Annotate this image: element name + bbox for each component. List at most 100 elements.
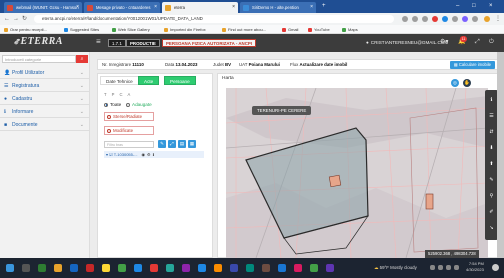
browser-tab[interactable]: SiriDemo H - alte.pention × [240, 2, 316, 13]
filter-deleted[interactable]: Sterse/Radiate [104, 112, 154, 121]
bookmark-star-icon[interactable] [422, 16, 428, 22]
calculate-properties-button[interactable]: ▦Calculare imobile [449, 61, 495, 69]
radio-adaugate[interactable]: Adaugate [126, 102, 152, 107]
url-input[interactable]: eterra.ancpi.ro/eterra/#/land/documentat… [34, 15, 394, 23]
bookmark-item[interactable]: Gmail [282, 25, 298, 34]
split-icon[interactable] [472, 16, 478, 22]
app-icon[interactable] [150, 264, 158, 272]
tab-acte[interactable]: Acte [138, 76, 160, 85]
tab-persoane[interactable]: Persoane [164, 76, 196, 85]
close-icon[interactable]: × [232, 2, 235, 13]
file-explorer-icon[interactable] [102, 264, 110, 272]
browser-tab[interactable]: Mesage privato - cntaarderes × [84, 2, 160, 13]
app-icon[interactable] [86, 264, 94, 272]
sidebar-item-informare[interactable]: ℹ Informare ⌄ [0, 106, 90, 118]
app-icon[interactable] [166, 264, 174, 272]
reload-icon[interactable]: ↻ [22, 15, 27, 23]
new-tab-icon[interactable]: + [322, 0, 326, 12]
pan-hand-icon[interactable]: ✋ [463, 79, 471, 87]
app-icon[interactable] [262, 264, 270, 272]
user-email[interactable]: ● CRISTIANTERESNEU@GMAIL.COM [366, 39, 448, 47]
layer-tree-item[interactable]: ▾ ☑ T-1030055-... ◉ ⚙ ℹ [104, 151, 204, 158]
app-icon[interactable] [246, 264, 254, 272]
settings-icon[interactable]: ⚙ [147, 152, 151, 157]
map-canvas[interactable]: TERENURI-PE CERERE 525902.368 , 498304.7… [226, 88, 488, 258]
word-icon[interactable] [134, 264, 142, 272]
sidebar-item-registratura[interactable]: ☰ Registratura ⌄ [0, 80, 90, 92]
zoom-icon[interactable] [412, 16, 418, 22]
expand-icon[interactable]: ⤢ [168, 140, 176, 148]
bookmark-item[interactable]: Imported din Firefox [164, 25, 206, 34]
bookmark-item[interactable]: Orar pentru recepti... [4, 25, 47, 34]
bookmark-label: Orar pentru recepti... [10, 27, 47, 32]
browser-tab[interactable]: webmail (WUNIT. Gcsu - Hamson × [4, 2, 82, 13]
building-footprint[interactable] [425, 193, 434, 210]
building-footprint[interactable] [328, 174, 342, 188]
close-icon[interactable]: × [76, 2, 79, 13]
bookmark-item[interactable]: Maps [342, 25, 358, 34]
sidebar-item-cadastru[interactable]: ● Cadastru ⌄ [0, 93, 90, 105]
app-logo[interactable]: 𝓔 ETERRA [14, 36, 63, 47]
app-icon[interactable] [294, 264, 302, 272]
edge-icon[interactable] [70, 264, 78, 272]
edit-icon[interactable]: ✎ [158, 140, 166, 148]
language-icon[interactable] [454, 265, 459, 270]
app-icon[interactable] [278, 264, 286, 272]
hamburger-menu-icon[interactable]: ≡ [96, 38, 101, 46]
puzzle-icon[interactable] [452, 16, 458, 22]
app-icon[interactable] [38, 264, 46, 272]
settings-dropdown-icon[interactable]: ⚙▾ [440, 38, 448, 47]
account-avatar[interactable] [484, 16, 490, 22]
minimize-icon[interactable]: – [456, 0, 459, 12]
search-icon[interactable]: ⌕ [76, 55, 88, 63]
task-view-icon[interactable] [22, 264, 30, 272]
tray-icon[interactable] [430, 265, 435, 270]
sidebar-item-documente[interactable]: ■ Documente ⌄ [0, 119, 90, 131]
browser-tab-active[interactable]: eterra × [162, 2, 238, 13]
filter-input[interactable]: Filtru bras [104, 141, 154, 148]
profile-icon[interactable] [462, 16, 468, 22]
volume-icon[interactable] [446, 265, 451, 270]
network-icon[interactable] [438, 265, 443, 270]
extension-icon[interactable] [442, 16, 448, 22]
app-icon[interactable] [326, 264, 334, 272]
app-icon[interactable] [214, 264, 222, 272]
maximize-icon[interactable]: □ [472, 0, 476, 12]
scrollbar-track[interactable] [497, 52, 504, 258]
grid-view-icon[interactable]: ▦ [188, 140, 196, 148]
share-icon[interactable] [402, 16, 408, 22]
map-layers-icon[interactable]: ◎ [451, 79, 459, 87]
back-icon[interactable]: ← [4, 15, 10, 23]
list-view-icon[interactable]: ▤ [178, 140, 186, 148]
sidebar-item-profil-utilizator[interactable]: 👤 Profil Utilizator ⌄ [0, 67, 90, 79]
bookmark-item[interactable]: Web Slice Gallery [112, 25, 150, 34]
close-icon[interactable]: × [310, 2, 313, 13]
close-window-icon[interactable]: × [489, 0, 493, 12]
system-clock[interactable]: 7:54 PM 4/30/2023 [466, 261, 484, 273]
visibility-icon[interactable]: ◉ [142, 152, 146, 157]
category-search-input[interactable]: Introduceti categorie [2, 55, 76, 63]
fullscreen-icon[interactable]: ⤢ [475, 38, 480, 47]
radio-toate[interactable]: Toate [104, 102, 121, 107]
close-icon[interactable]: × [154, 2, 157, 13]
weather-widget[interactable]: ☁ 59°F Mostly cloudy [374, 264, 417, 272]
filter-modified[interactable]: Modificate [104, 126, 154, 135]
app-icon[interactable] [230, 264, 238, 272]
tab-date-tehnice[interactable]: Date Tehnice [100, 76, 139, 85]
extension-icon[interactable] [432, 16, 438, 22]
power-icon[interactable]: ⏻ [489, 38, 494, 47]
info-icon[interactable]: ℹ [153, 152, 155, 157]
menu-kebab-icon[interactable]: ⋮ [495, 15, 501, 23]
forward-icon[interactable]: → [13, 15, 19, 23]
excel-icon[interactable] [118, 264, 126, 272]
bookmark-item[interactable]: YouTube [308, 25, 330, 34]
app-icon[interactable] [182, 264, 190, 272]
chrome-icon[interactable] [54, 264, 62, 272]
app-icon[interactable] [310, 264, 318, 272]
bookmark-item[interactable]: Find out more abou... [222, 25, 266, 34]
windows-start-icon[interactable] [6, 264, 14, 272]
bookmark-item[interactable]: Suggested Sites [64, 25, 99, 34]
filter-letters[interactable]: T P C A [104, 92, 132, 97]
app-icon[interactable] [198, 264, 206, 272]
notifications-icon[interactable] [492, 264, 499, 271]
